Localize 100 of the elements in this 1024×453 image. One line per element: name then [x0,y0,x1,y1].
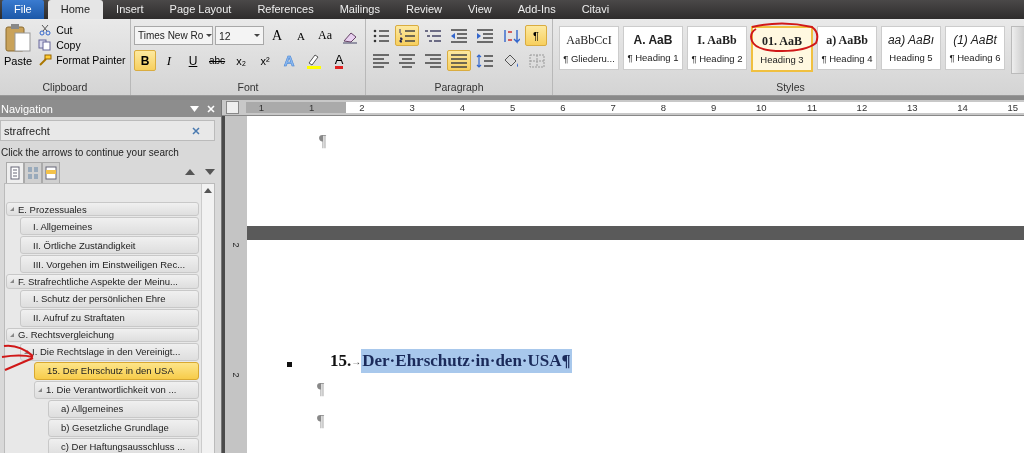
style-swatch[interactable]: AaBbCcI ¶ Gliederu... [559,26,619,70]
style-preview: a) AaBb [826,32,868,48]
next-result-icon[interactable] [205,169,215,175]
dropdown-arrow-icon[interactable] [254,34,260,37]
scissors-button[interactable]: Cut [36,23,128,37]
ribbon-tab[interactable]: Review [393,0,456,19]
style-name: ¶ Heading 1 [627,52,679,63]
close-icon[interactable] [207,104,215,113]
ribbon-tab[interactable]: Citavi [568,0,623,19]
sub-button[interactable]: x₂ [230,50,253,71]
heading-number: 15. [330,351,352,371]
center-icon [398,52,416,69]
nav-heading-item[interactable]: b) Gesetzliche Grundlage [48,419,199,437]
nav-heading-item[interactable]: I. Schutz der persönlichen Ehre [20,289,199,308]
dropdown-arrow-icon[interactable] [206,34,212,37]
tab-selector-icon[interactable] [226,101,239,114]
nav-heading-item[interactable]: G. Rechtsvergleichung [6,327,199,342]
collapse-triangle-icon[interactable] [10,279,14,284]
copy-icon [38,39,53,51]
paragraph-mark: ¶ [317,412,326,431]
scissors-icon [38,24,53,36]
nav-heading-item[interactable]: E. Prozessuales [6,202,199,217]
list-bullet-icon [287,361,292,367]
nav-heading-item[interactable]: I. Die Rechtslage in den Vereinigt... [20,343,199,361]
clear-search-icon[interactable] [192,126,200,135]
outdent-icon [450,27,468,44]
strike-button[interactable]: abc [206,50,229,71]
scrollbar[interactable] [201,184,214,453]
style-swatch[interactable]: a) AaBb ¶ Heading 4 [817,26,877,70]
ribbon-tab[interactable]: Home [47,0,104,19]
case-button[interactable]: Aa [314,25,336,46]
previous-result-icon[interactable] [185,169,195,175]
nav-heading-item[interactable]: II. Örtliche Zuständigkeit [20,236,199,255]
style-preview: I. AaBb [697,32,737,48]
numbering-button[interactable] [395,25,419,46]
sup-button[interactable]: x² [254,50,277,71]
pane-menu-icon[interactable] [190,105,199,112]
style-preview: (1) AaBt [953,33,997,47]
justify-button[interactable] [447,50,471,71]
pilcrow-button[interactable]: ¶ [525,25,547,46]
justify-icon [450,52,468,69]
nav-heading-item[interactable]: c) Der Haftungsausschluss ... [48,438,199,453]
paste-button[interactable]: Paste [3,21,34,81]
style-name: Heading 5 [889,52,933,63]
left-icon [372,52,390,69]
nav-heading-item[interactable]: I. Allgemeines [20,217,199,236]
ribbon-tab[interactable]: Page Layout [156,0,245,19]
style-swatch[interactable]: I. AaBb ¶ Heading 2 [687,26,747,70]
nav-heading-item[interactable]: F. Strafrechtliche Aspekte der Meinu... [6,274,199,289]
sort-icon [502,27,520,44]
heading-text: Der·Ehrschutz·in·den·USA¶ [361,349,572,373]
results-view-icon [45,165,57,180]
nav-heading-item[interactable]: II. Aufruf zu Straftaten [20,308,199,327]
italic-button[interactable]: I [158,50,180,71]
copy-button[interactable]: Copy [36,38,128,52]
ribbon-tab[interactable]: File [2,0,44,19]
collapse-triangle-icon[interactable] [10,207,14,212]
style-name: ¶ Heading 4 [821,52,873,64]
ribbon-tab[interactable]: References [244,0,327,19]
collapse-triangle-icon[interactable] [38,388,42,392]
search-field[interactable]: strafrecht [0,120,215,141]
group-label: Paragraph [433,81,485,95]
grow-button[interactable]: A [266,25,288,46]
ribbon-tab[interactable]: Insert [103,0,157,19]
multilevel-icon [424,27,442,44]
vertical-ruler: 2 2 [225,116,247,453]
bold-button[interactable]: B [134,50,156,71]
style-name: Heading 3 [760,53,804,65]
paragraph-mark: ¶ [319,132,328,150]
nav-heading-item[interactable]: 1. Die Verantwortlichkeit von ... [34,381,199,399]
headings-view-tab[interactable] [6,161,24,183]
group-label: Styles [775,81,806,95]
ribbon-tab[interactable]: Add-Ins [504,0,569,19]
shading-icon [502,52,520,69]
style-swatch[interactable]: 01. AaB Heading 3 [751,26,813,72]
style-preview: AaBbCcI [566,32,612,48]
style-swatch[interactable]: aa) AaBı Heading 5 [881,26,941,70]
ribbon-tab[interactable]: View [455,0,505,19]
font-size-field[interactable]: 12 [215,26,264,45]
underline-button[interactable]: U [182,50,204,71]
nav-heading-item[interactable]: III. Vorgehen im Einstweiligen Rec... [20,255,199,274]
style-swatch[interactable]: A. AaB ¶ Heading 1 [623,26,683,70]
nav-heading-item[interactable]: 15. Der Ehrschutz in den USA [34,362,199,380]
shrink-button[interactable]: A [290,25,312,46]
search-hint: Click the arrows to continue your search [0,146,180,160]
collapse-triangle-icon[interactable] [24,350,28,354]
fontcolor-button[interactable]: A [328,50,351,71]
style-swatch[interactable]: (1) AaBt ¶ Heading 6 [945,26,1005,70]
collapse-triangle-icon[interactable] [10,332,14,337]
font-name-field[interactable]: Times New Ro [134,26,213,45]
scroll-up-icon[interactable] [204,188,212,193]
ribbon-tab[interactable]: Mailings [326,0,393,19]
brush-button[interactable]: Format Painter [36,53,128,67]
nav-heading-item[interactable]: a) Allgemeines [48,400,199,418]
tab-mark: → [351,355,362,367]
results-view-tab[interactable] [42,161,60,183]
indent-icon [476,27,494,44]
pane-title: Navigation [1,102,53,115]
brush-icon [38,54,53,66]
horizontal-ruler: 1 1 2 3 4 5 6 7 8 9 10 11 12 13 14 15 [222,100,1024,116]
